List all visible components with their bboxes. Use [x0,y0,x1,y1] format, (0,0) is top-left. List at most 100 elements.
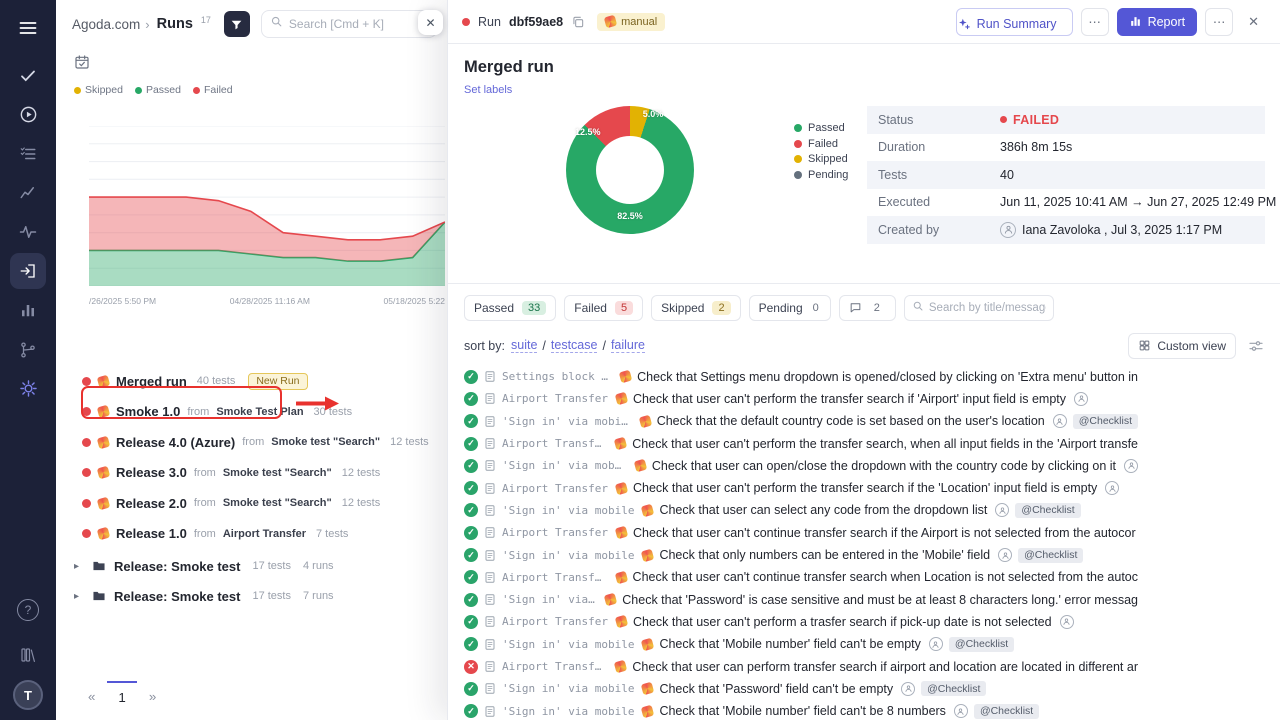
trend-chart-icon[interactable] [8,173,48,212]
tests-icon[interactable] [8,56,48,95]
run-detail-header: Run dbf59ae8 manual Run Summary ⋯ Report [448,0,1280,44]
assignee-avatar-icon [995,503,1009,517]
status-filter-chip[interactable]: Passed 33 [464,295,556,321]
legend-dot [794,124,802,132]
runs-play-icon[interactable] [8,95,48,134]
test-case-row[interactable]: 'Sign in' via mobile Check that 'Mobile … [448,633,1154,655]
chevron-right-icon[interactable]: ▸ [74,591,84,602]
sort-option-link[interactable]: testcase [551,338,598,353]
run-list-item[interactable]: Release 4.0 (Azure) from Smoke test "Sea… [56,427,447,458]
run-from-label: from [187,406,209,418]
legend-dot [794,155,802,163]
legend-dot [794,171,802,179]
pagination-prev[interactable]: « [78,681,105,712]
run-tests-count: 12 tests [342,497,381,509]
test-result-icon [464,593,478,607]
test-case-row[interactable]: 'Sign in' via mobile Check that user can… [448,499,1154,521]
calendar-view-icon[interactable] [74,54,90,70]
chevron-right-icon[interactable]: ▸ [74,561,84,572]
custom-view-button[interactable]: Custom view [1128,333,1236,359]
test-case-row[interactable]: Airport Transfer Check that user can't c… [448,522,1154,544]
run-status-dot [82,499,91,508]
test-plans-icon[interactable] [8,134,48,173]
confetti-tag-icon [615,526,628,539]
sort-option-link[interactable]: failure [611,338,645,353]
run-summary-button[interactable]: Run Summary [956,8,1073,36]
donut-legend-item: Passed [794,122,848,134]
run-group-item[interactable]: ▸ Release: Smoke test 17 tests 4 runs [56,551,447,581]
legend-dot [794,140,802,148]
sign-in-icon[interactable] [10,253,46,289]
confetti-tag-icon [641,682,654,695]
report-button[interactable]: Report [1117,8,1198,36]
test-case-row[interactable]: Airport Transfer Check that user can per… [448,655,1154,677]
activity-icon[interactable] [8,212,48,251]
more-options-button[interactable]: ⋯ [1081,8,1109,36]
panel-close-button[interactable]: ✕ [418,10,443,35]
test-case-doc-icon [484,549,496,562]
menu-icon[interactable] [0,0,56,56]
status-filter-chip[interactable]: Pending 0 [749,295,831,321]
test-case-row[interactable]: 'Sign in' via mobile Check that only num… [448,544,1154,566]
user-avatar[interactable]: T [8,680,48,710]
test-case-row[interactable]: Airport Transfer Check that user can't p… [448,477,1154,499]
workflow-branch-icon[interactable] [8,330,48,369]
comment-bubble-icon [849,301,862,314]
test-case-title: Check that the default country code is s… [657,414,1045,428]
tests-search-input[interactable] [929,302,1046,314]
test-result-icon [464,437,478,451]
test-case-row[interactable]: Airport Transfer Check that user can't p… [448,432,1154,454]
test-case-row[interactable]: 'Sign in' via mobile Check that 'Passwor… [448,678,1154,700]
runs-panel: Agoda.com › Runs 17 Skipped [56,0,447,720]
test-case-doc-icon [484,660,496,673]
test-case-row[interactable]: 'Sign in' via mobile Check that 'Passwor… [448,588,1154,610]
new-run-badge[interactable]: New Run [248,373,307,390]
run-list-item[interactable]: Release 1.0 from Airport Transfer 7 test… [56,519,447,550]
help-icon[interactable]: ? [8,590,48,629]
runs-search-input[interactable] [289,17,428,31]
test-case-title: Check that 'Mobile number' field can't b… [659,704,945,718]
run-list-item[interactable]: Release 3.0 from Smoke test "Search" 12 … [56,458,447,489]
test-case-title: Check that user can open/close the dropd… [652,459,1116,473]
run-group-item[interactable]: ▸ Release: Smoke test 17 tests 7 runs [56,581,447,611]
run-list-item[interactable]: Merged run 40 tests New Run [56,366,447,397]
checklist-badge: @Checklist [1015,503,1080,518]
test-case-title: Check that user can't perform the transf… [633,392,1066,406]
info-label: Executed [878,195,1000,209]
settings-gear-icon[interactable] [8,369,48,408]
drawer-close-button[interactable]: ✕ [1241,10,1266,34]
status-filter-chip[interactable]: Failed 5 [564,295,643,321]
confetti-tag-icon [614,571,627,584]
donut-legend: Passed Failed Skipped Pending [794,122,848,181]
filter-funnel-button[interactable] [224,11,250,37]
breadcrumb-project[interactable]: Agoda.com [72,17,140,32]
copy-icon[interactable] [571,15,585,29]
test-case-row[interactable]: Airport Transfer Check that user can't p… [448,611,1154,633]
comments-filter-chip[interactable]: 2 [839,295,896,321]
set-labels-link[interactable]: Set labels [464,84,512,96]
test-case-row[interactable]: 'Sign in' via mobile Check that the defa… [448,410,1154,432]
test-case-row[interactable]: Airport Transfer Check that user can't p… [448,388,1154,410]
ellipsis-icon: ⋯ [1088,14,1101,29]
more-options-button-2[interactable]: ⋯ [1205,8,1233,36]
test-case-doc-icon [484,615,496,628]
sidebar: ? T [0,0,56,720]
confetti-tag-icon [97,405,110,418]
test-case-doc-icon [484,593,496,606]
run-list-item[interactable]: Smoke 1.0 from Smoke Test Plan 30 tests [56,397,447,428]
view-settings-sliders-icon[interactable] [1248,338,1264,354]
legend-dot [193,87,200,94]
reports-icon[interactable] [8,291,48,330]
pagination-page-1[interactable]: 1 [107,681,136,712]
library-icon[interactable] [8,635,48,674]
run-list-item[interactable]: Release 2.0 from Smoke test "Search" 12 … [56,488,447,519]
pagination-next[interactable]: » [139,681,166,712]
test-case-row[interactable]: Settings block for... Check that Setting… [448,366,1154,388]
test-case-row[interactable]: 'Sign in' via mobile Check that user can… [448,455,1154,477]
test-case-row[interactable]: 'Sign in' via mobile Check that 'Mobile … [448,700,1154,720]
status-dot [1000,116,1007,123]
test-result-icon [464,637,478,651]
test-case-row[interactable]: Airport Transfer Check that user can't c… [448,566,1154,588]
status-filter-chip[interactable]: Skipped 2 [651,295,741,321]
sort-option-link[interactable]: suite [511,338,537,353]
